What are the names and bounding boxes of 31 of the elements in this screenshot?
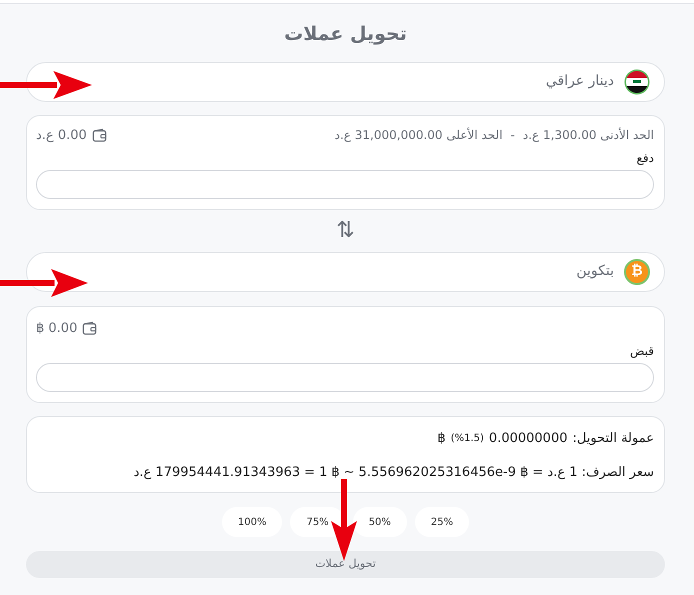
rate-text: = (304, 464, 316, 482)
percent-button[interactable]: 25% (414, 507, 470, 537)
balance-text: 0.00 ع.د (36, 126, 87, 144)
percent-text: (%1.5) (450, 432, 484, 446)
rate-text: 1 (319, 464, 328, 482)
rate-text: ฿ (331, 464, 340, 482)
currency-symbol: ฿ (437, 430, 446, 448)
fee-label: عمولة التحويل: (572, 430, 654, 448)
rate-text: 179954441.91343963 ع.د (134, 464, 300, 482)
percent-button[interactable]: 50% (352, 507, 407, 537)
bitcoin-icon: ₿ (624, 258, 650, 284)
field-label: دفع (636, 151, 654, 165)
percent-button[interactable]: 100% (222, 507, 282, 537)
rate-text: ~ (344, 464, 355, 482)
rate-text: ฿ 5.556962025316456e-9 (358, 464, 528, 482)
balance-text: 0.00 ฿ (36, 320, 78, 338)
limit-text: الحد الأعلى 31,000,000.00 ع.د (334, 126, 503, 144)
limit-text: الحد الأدنى 1,300.00 ع.د (522, 126, 654, 144)
swap-icon[interactable]: ⇅ (336, 218, 355, 243)
field-label: قبض (630, 344, 654, 358)
limit-text: - (510, 127, 515, 144)
amount-field[interactable] (36, 363, 654, 392)
amount-field[interactable] (36, 170, 654, 199)
wallet-icon (92, 128, 107, 143)
iraq-flag-icon (624, 68, 650, 94)
wallet-icon (82, 320, 98, 336)
currency-select[interactable]: ₿ بتكوين (26, 252, 665, 292)
rate-text: سعر الصرف: 1 ع.د = (532, 464, 654, 482)
fee-amount: 0.00000000 (488, 430, 568, 448)
page-title: تحويل عملات (283, 22, 408, 47)
currency-select[interactable]: دينار عراقي (26, 62, 665, 102)
